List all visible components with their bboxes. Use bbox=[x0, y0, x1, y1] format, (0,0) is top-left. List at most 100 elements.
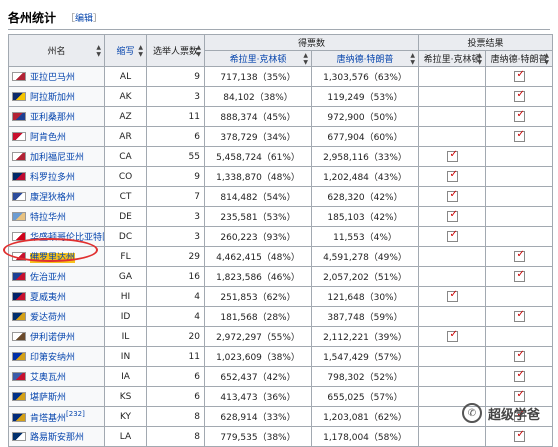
trump-votes-cell: 972,900（50%） bbox=[310, 106, 420, 127]
state-link[interactable]: 亚拉巴马州 bbox=[30, 73, 75, 83]
sort-icon[interactable]: ▲ ▼ bbox=[196, 44, 201, 58]
section-title: 各州统计 bbox=[8, 10, 57, 25]
state-flag-icon bbox=[12, 372, 26, 381]
abbr-cell: CT bbox=[104, 186, 147, 207]
state-cell: 科罗拉多州 bbox=[8, 166, 105, 187]
table-row: 阿肯色州 AR 6 378,729（34%） 677,904（60%） ✓ bbox=[8, 126, 554, 147]
state-link[interactable]: 爱达荷州 bbox=[30, 313, 66, 323]
col-header-electoral-votes[interactable]: 选举人票数 ▲ ▼ bbox=[146, 34, 205, 67]
abbr-cell: FL bbox=[104, 246, 147, 267]
state-link[interactable]: 科罗拉多州 bbox=[30, 173, 75, 183]
abbr-cell: AK bbox=[104, 86, 147, 107]
clinton-result-cell bbox=[418, 106, 487, 127]
state-flag-icon bbox=[12, 112, 26, 121]
results-table: 州名 ▲ ▼ 缩写 ▲ ▼ 选举人票数 ▲ ▼ 得票数 投票结果 希拉里·克林顿 ▲ ▼ 唐纳德… bbox=[8, 34, 554, 447]
trump-result-cell bbox=[485, 326, 554, 347]
state-link[interactable]: 印第安纳州 bbox=[30, 353, 75, 363]
trump-votes-cell: 4,591,278（49%） bbox=[310, 246, 420, 267]
sort-icon[interactable]: ▲ ▼ bbox=[303, 52, 308, 66]
annotation-circle bbox=[3, 238, 98, 262]
state-flag-icon bbox=[12, 392, 26, 401]
col-header-trump-votes[interactable]: 唐纳德·特朗普 ▲ ▼ bbox=[310, 50, 420, 67]
abbr-cell: LA bbox=[104, 426, 147, 447]
clinton-result-cell: ✓ bbox=[418, 206, 487, 227]
state-cell: 亚利桑那州 bbox=[8, 106, 105, 127]
clinton-votes-cell: 84,102（38%） bbox=[204, 86, 312, 107]
clinton-votes-cell: 4,462,415（48%） bbox=[204, 246, 312, 267]
state-flag-icon bbox=[12, 312, 26, 321]
sort-icon[interactable]: ▲ ▼ bbox=[544, 52, 549, 66]
clinton-votes-cell: 378,729（34%） bbox=[204, 126, 312, 147]
trump-result-cell bbox=[485, 166, 554, 187]
state-link[interactable]: 堪萨斯州 bbox=[30, 393, 66, 403]
checkmark-icon: ✓ bbox=[513, 309, 525, 322]
state-link[interactable]: 佐治亚州 bbox=[30, 273, 66, 283]
state-link[interactable]: 特拉华州 bbox=[30, 213, 66, 223]
edit-link-wrap: ［编辑］ bbox=[66, 13, 103, 24]
abbr-cell: AR bbox=[104, 126, 147, 147]
watermark-text: 超级学爸 bbox=[487, 407, 540, 423]
abbr-cell: AL bbox=[104, 66, 147, 87]
sort-icon[interactable]: ▲ ▼ bbox=[138, 44, 143, 58]
col-header-abbr[interactable]: 缩写 ▲ ▼ bbox=[104, 34, 147, 67]
table-row: 伊利诺伊州 IL 20 2,972,297（55%） 2,112,221（39%） ✓ bbox=[8, 326, 554, 347]
electoral-votes-cell: 55 bbox=[146, 146, 205, 167]
abbr-cell: ID bbox=[104, 306, 147, 327]
col-header-trump-result[interactable]: 唐纳德·特朗普 ▲ ▼ bbox=[485, 50, 554, 67]
trump-result-cell: ✓ bbox=[485, 106, 554, 127]
abbr-cell: DE bbox=[104, 206, 147, 227]
electoral-votes-cell: 7 bbox=[146, 186, 205, 207]
clinton-votes-cell: 1,023,609（38%） bbox=[204, 346, 312, 367]
checkmark-icon: ✓ bbox=[513, 389, 525, 402]
clinton-votes-cell: 181,568（28%） bbox=[204, 306, 312, 327]
clinton-votes-cell: 1,823,586（46%） bbox=[204, 266, 312, 287]
state-flag-icon bbox=[12, 292, 26, 301]
checkmark-icon: ✓ bbox=[513, 69, 525, 82]
state-flag-icon bbox=[12, 72, 26, 81]
col-header-clinton-result[interactable]: 希拉里·克林顿 ▲ ▼ bbox=[418, 50, 487, 67]
trump-votes-cell: 119,249（53%） bbox=[310, 86, 420, 107]
state-link[interactable]: 伊利诺伊州 bbox=[30, 333, 75, 343]
state-flag-icon bbox=[12, 192, 26, 201]
abbr-cell: CA bbox=[104, 146, 147, 167]
state-link[interactable]: 康涅狄格州 bbox=[30, 193, 75, 203]
clinton-link[interactable]: 希拉里·克林顿 bbox=[230, 55, 287, 65]
electoral-votes-cell: 3 bbox=[146, 226, 205, 247]
state-flag-icon bbox=[12, 432, 26, 441]
state-cell: 堪萨斯州 bbox=[8, 386, 105, 407]
state-link[interactable]: 艾奥瓦州 bbox=[30, 373, 66, 383]
clinton-votes-cell: 1,338,870（48%） bbox=[204, 166, 312, 187]
state-link[interactable]: 阿拉斯加州 bbox=[30, 93, 75, 103]
edit-link[interactable]: 编辑 bbox=[75, 14, 93, 24]
abbr-cell: HI bbox=[104, 286, 147, 307]
trump-link[interactable]: 唐纳德·特朗普 bbox=[337, 55, 394, 65]
trump-result-cell: ✓ bbox=[485, 246, 554, 267]
clinton-result-cell bbox=[418, 246, 487, 267]
abbr-link[interactable]: 缩写 bbox=[116, 47, 134, 57]
state-cell: 夏威夷州 bbox=[8, 286, 105, 307]
state-link[interactable]: 夏威夷州 bbox=[30, 293, 66, 303]
electoral-votes-cell: 4 bbox=[146, 306, 205, 327]
col-header-clinton-votes[interactable]: 希拉里·克林顿 ▲ ▼ bbox=[204, 50, 312, 67]
clinton-result-cell bbox=[418, 346, 487, 367]
sort-icon[interactable]: ▲ ▼ bbox=[410, 52, 415, 66]
state-flag-icon bbox=[12, 212, 26, 221]
table-row: 科罗拉多州 CO 9 1,338,870（48%） 1,202,484（43%） ✓ bbox=[8, 166, 554, 187]
ref-link[interactable]: [232] bbox=[66, 410, 85, 418]
wechat-icon: ✆ bbox=[461, 403, 482, 423]
state-link[interactable]: 加利福尼亚州 bbox=[30, 153, 84, 163]
abbr-cell: KS bbox=[104, 386, 147, 407]
state-link[interactable]: 肯塔基州 bbox=[30, 414, 66, 424]
col-header-state[interactable]: 州名 ▲ ▼ bbox=[8, 34, 105, 67]
checkmark-icon: ✓ bbox=[446, 209, 458, 222]
sort-icon[interactable]: ▲ ▼ bbox=[477, 52, 482, 66]
table-row: 路易斯安那州 LA 8 779,535（38%） 1,178,004（58%） ✓ bbox=[8, 426, 554, 447]
table-row: 康涅狄格州 CT 7 814,482（54%） 628,320（42%） ✓ bbox=[8, 186, 554, 207]
trump-result-cell: ✓ bbox=[485, 366, 554, 387]
state-link[interactable]: 亚利桑那州 bbox=[30, 113, 75, 123]
clinton-votes-cell: 260,223（93%） bbox=[204, 226, 312, 247]
sort-icon[interactable]: ▲ ▼ bbox=[96, 44, 101, 58]
clinton-result-cell bbox=[418, 66, 487, 87]
state-link[interactable]: 阿肯色州 bbox=[30, 133, 66, 143]
clinton-votes-cell: 2,972,297（55%） bbox=[204, 326, 312, 347]
